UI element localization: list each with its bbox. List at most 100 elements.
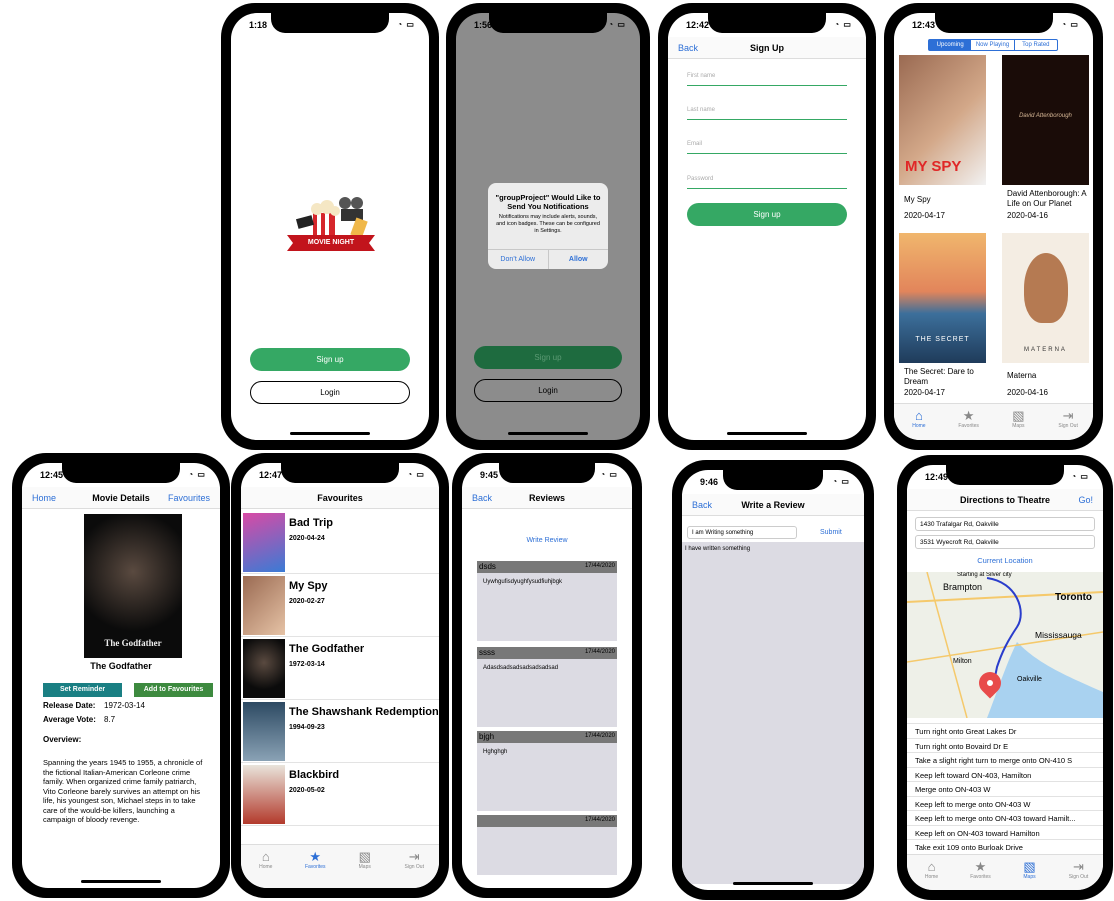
wifi-battery-icon: ◔ ▭ [832,477,850,486]
phone-details: 12:45 ◔ ▭ Home Movie Details Favourites The… [12,453,230,898]
review-body-textarea[interactable]: I have written something [682,542,864,884]
movie-date: 2020-04-17 [904,211,945,220]
signup-button[interactable]: Sign up [474,346,622,369]
nav-bar: Back Sign Up [668,37,866,59]
tab-sign-out[interactable]: ⇥ Sign Out [1043,404,1093,440]
nav-title: Write a Review [741,499,805,510]
wifi-battery-icon: ◔ ▭ [188,470,206,479]
poster-thumb [243,576,285,635]
poster-attenborough[interactable]: David Attenborough [1002,55,1089,185]
nav-title: Directions to Theatre [959,494,1051,505]
home-button[interactable]: Home [32,493,56,503]
signup-submit-button[interactable]: Sign up [687,203,847,226]
list-item[interactable]: The Shawshank Redemption 1994-09-23 [241,700,439,763]
list-item[interactable]: Blackbird 2020-05-02 [241,763,439,826]
last-name-field[interactable]: Last name [687,107,847,120]
review-body-text: I have written something [685,546,751,552]
to-address-input[interactable]: 3531 Wyecroft Rd, Oakville [915,535,1095,549]
back-button[interactable]: Back [692,500,712,510]
notch [281,463,399,483]
review-date: 17/44/2020 [584,649,615,655]
route-map[interactable]: Starting at Silver city Brampton Toronto… [907,572,1103,718]
map-label: Milton [953,658,972,665]
poster-thumb [243,702,285,761]
first-name-field[interactable]: First name [687,73,847,86]
signup-button[interactable]: Sign up [250,348,410,371]
tab-maps[interactable]: ▧ Maps [994,404,1044,440]
poster-the-secret[interactable]: THE SECRET [899,233,986,363]
login-button[interactable]: Login [474,379,622,402]
write-review-button[interactable]: Write Review [462,537,632,544]
star-icon: ★ [309,849,322,864]
dont-allow-button[interactable]: Don’t Allow [488,250,549,269]
tab-maps[interactable]: ▧ Maps [1005,855,1054,890]
pin-dot [985,678,995,688]
poster-thumb [243,765,285,824]
nav-title: Sign Up [750,42,784,53]
tab-sign-out[interactable]: ⇥ Sign Out [390,845,440,888]
back-button[interactable]: Back [678,43,698,53]
movie-title: Materna [1007,371,1037,380]
direction-step: Keep left to merge onto ON-403 W [907,797,1103,811]
from-address-input[interactable]: 1430 Trafalgar Rd, Oakville [915,517,1095,531]
current-location-button[interactable]: Current Location [907,556,1103,565]
notch [62,463,180,483]
submit-button[interactable]: Submit [820,529,842,536]
set-reminder-button[interactable]: Set Reminder [43,683,122,697]
tab-favorites[interactable]: ★ Favorites [291,845,341,888]
map-icon: ▧ [358,849,371,864]
notch [499,463,595,483]
phone-directions: 12:49 ◔ ▭ Directions to Theatre Go! 1430 T… [897,455,1113,900]
home-indicator [290,432,370,435]
alert-screen: 1:56 ◔ ▭ "groupProject" Would Like to Sen… [456,13,640,440]
segment-now-playing[interactable]: Now Playing [971,40,1015,50]
vote-value: 8.7 [104,715,116,724]
review-card: dsds 17/44/2020 Uywhgufisdyughfysudfiuhjbg… [477,561,617,641]
tab-home[interactable]: ⌂ Home [241,845,291,888]
tab-label: Sign Out [1058,423,1078,429]
item-title: Bad Trip [289,517,334,529]
tab-favorites[interactable]: ★ Favorites [944,404,994,440]
map-icon: ▧ [1023,859,1036,874]
status-time: 12:43 [912,20,936,30]
movie-poster: The Godfather [84,514,182,658]
review-header: 17/44/2020 [477,815,617,827]
add-to-favourites-button[interactable]: Add to Favourites [134,683,213,697]
list-item[interactable]: The Godfather 1972-03-14 [241,637,439,700]
notch [708,13,826,33]
nav-title: Favourites [317,492,363,503]
email-field[interactable]: Email [687,141,847,154]
tab-label: Favorites [304,864,326,870]
favourites-button[interactable]: Favourites [168,493,210,503]
segment-upcoming[interactable]: Upcoming [929,40,972,50]
list-item[interactable]: My Spy 2020-02-27 [241,574,439,637]
poster-art [1024,253,1068,323]
login-button[interactable]: Login [250,381,410,404]
nav-bar: Directions to Theatre Go! [907,489,1103,511]
review-author: ssss [479,648,495,657]
tab-label: Sign Out [1068,874,1089,880]
back-button[interactable]: Back [472,493,492,503]
tab-home[interactable]: ⌂ Home [907,855,956,890]
tab-favorites[interactable]: ★ Favorites [956,855,1005,890]
poster-materna[interactable]: MATERNA [1002,233,1089,363]
review-text: Hghghgh [483,749,508,755]
phone-favourites: 12:47 ◔ ▭ Favourites Bad Trip 2020-04-24 M… [231,453,449,898]
tab-label: Maps [1023,874,1036,880]
review-title-input[interactable]: I am Writing something [687,526,797,539]
segment-top-rated[interactable]: Top Rated [1015,40,1057,50]
tab-maps[interactable]: ▧ Maps [340,845,390,888]
go-button[interactable]: Go! [1078,495,1093,505]
status-time: 9:46 [700,477,719,487]
tab-home[interactable]: ⌂ Home [894,404,944,440]
list-item[interactable]: Bad Trip 2020-04-24 [241,511,439,574]
segmented-control: Upcoming Now Playing Top Rated [928,39,1058,51]
password-field[interactable]: Password [687,176,847,189]
sign-out-icon: ⇥ [1062,408,1074,423]
tab-sign-out[interactable]: ⇥ Sign Out [1054,855,1103,890]
poster-my-spy[interactable]: MY SPY [899,55,986,185]
poster-thumb [243,639,285,698]
notch [934,13,1053,33]
allow-button[interactable]: Allow [549,250,609,269]
review-text: Uywhgufisdyughfysudfiuhjbgk [483,579,563,585]
